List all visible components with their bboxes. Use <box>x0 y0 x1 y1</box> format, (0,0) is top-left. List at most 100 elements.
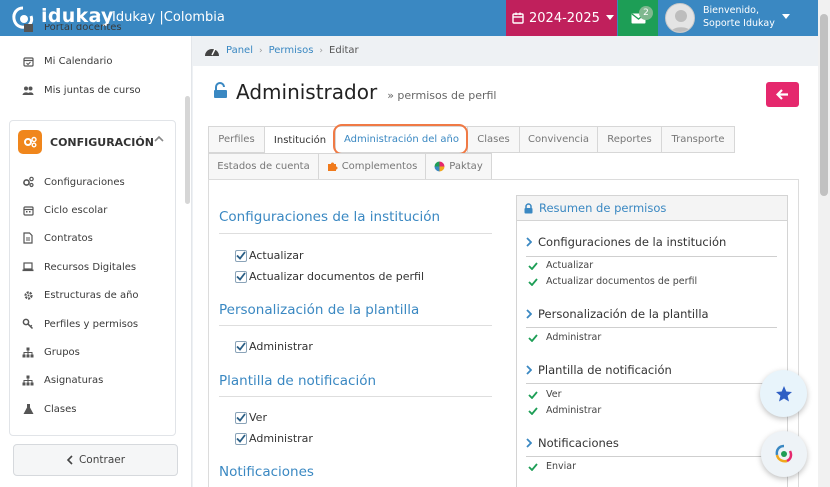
tab-convivencia[interactable]: Convivencia <box>519 126 598 153</box>
checkbox-checked-icon[interactable] <box>235 411 247 424</box>
summary-item: Administrar <box>528 405 601 416</box>
sidebar-item-asignaturas[interactable]: Asignaturas <box>22 371 103 389</box>
chevron-left-icon <box>66 455 73 465</box>
checkbox-label: Administrar <box>249 432 313 445</box>
sidebar-item-ciclo-escolar[interactable]: Ciclo escolar <box>22 201 107 219</box>
key-icon <box>22 318 34 330</box>
sidebar-item-label: Clases <box>44 403 77 415</box>
summary-item-label: Administrar <box>546 332 602 343</box>
checkbox-label: Administrar <box>249 340 313 353</box>
section-title-notificaciones: Notificaciones <box>219 464 314 480</box>
permission-checkbox-actualizar[interactable]: Actualizar <box>235 249 304 262</box>
summary-divider <box>526 327 777 328</box>
permission-checkbox-administrar-notif[interactable]: Administrar <box>235 432 313 445</box>
tab-clases[interactable]: Clases <box>467 126 520 153</box>
sidebar-item-perfiles[interactable]: Perfiles y permisos <box>22 315 138 333</box>
check-icon <box>528 406 538 415</box>
summary-item: Actualizar <box>528 260 593 271</box>
summary-divider <box>526 456 777 457</box>
tab-label: Transporte <box>671 134 725 145</box>
summary-section-notificaciones: Notificaciones <box>526 436 619 450</box>
page-title: Administrador » permisos de perfil <box>213 80 496 104</box>
check-icon <box>528 333 538 342</box>
collapse-sidebar-button[interactable]: Contraer <box>13 444 178 476</box>
tab-reportes[interactable]: Reportes <box>597 126 662 153</box>
page-subtitle: » permisos de perfil <box>387 89 497 102</box>
summary-section-personalizacion: Personalización de la plantilla <box>526 307 709 321</box>
sidebar-scrollbar-thumb[interactable] <box>185 96 190 204</box>
school-year-selector[interactable]: 2024-2025 <box>506 0 617 36</box>
summary-section-title: Personalización de la plantilla <box>538 307 709 321</box>
lock-icon <box>524 202 533 213</box>
checkbox-checked-icon[interactable] <box>235 432 247 445</box>
paktay-logo-icon <box>434 161 445 172</box>
permission-checkbox-ver[interactable]: Ver <box>235 411 267 424</box>
summary-section-title: Configuraciones de la institución <box>538 235 727 249</box>
tab-label: Reportes <box>607 134 652 145</box>
checkbox-label: Actualizar <box>249 249 304 262</box>
breadcrumb-current: Editar <box>329 45 359 56</box>
sidebar-item-clases[interactable]: Clases <box>22 400 76 418</box>
dashboard-icon <box>205 48 219 56</box>
back-button[interactable] <box>766 82 799 107</box>
user-menu-caret-icon[interactable] <box>781 13 791 21</box>
star-icon <box>775 385 792 401</box>
favorites-floating-button[interactable] <box>760 370 807 417</box>
configuration-section-header[interactable]: CONFIGURACIÓN <box>18 129 154 155</box>
checkbox-checked-icon[interactable] <box>235 340 247 353</box>
summary-header: Resumen de permisos <box>517 196 787 221</box>
sidebar-item-configuraciones[interactable]: Configuraciones <box>22 173 125 191</box>
tab-complementos[interactable]: Complementos <box>318 153 426 180</box>
sidebar-item-contratos[interactable]: Contratos <box>22 229 93 247</box>
sidebar-item-portal-partial[interactable]: Portal docentes <box>22 24 122 33</box>
tab-estados-de-cuenta[interactable]: Estados de cuenta <box>208 153 319 180</box>
tab-perfiles[interactable]: Perfiles <box>208 126 265 153</box>
section-title-personalizacion: Personalización de la plantilla <box>219 302 420 318</box>
checkbox-checked-icon[interactable] <box>235 249 247 262</box>
chevron-right-icon <box>526 365 532 375</box>
sidebar-item-label: Ciclo escolar <box>44 204 108 216</box>
sidebar-item-grupos[interactable]: Grupos <box>22 343 80 361</box>
tab-paktay[interactable]: Paktay <box>425 153 492 180</box>
summary-section-title: Plantilla de notificación <box>538 363 672 377</box>
tab-label: Estados de cuenta <box>217 161 310 172</box>
sidebar-item-label: Recursos Digitales <box>44 261 137 273</box>
checkbox-label: Actualizar documentos de perfil <box>249 270 425 283</box>
sidebar-item-label: Grupos <box>44 346 80 358</box>
page-scrollbar[interactable] <box>818 0 830 487</box>
tab-label: Clases <box>477 134 510 145</box>
calendar-icon <box>512 12 524 24</box>
chevron-up-icon[interactable] <box>154 135 164 142</box>
assistant-floating-button[interactable] <box>761 431 807 477</box>
puzzle-icon <box>327 162 338 171</box>
messages-button[interactable] <box>618 0 658 36</box>
chevron-right-icon <box>526 237 532 247</box>
permission-checkbox-actualizar-documentos[interactable]: Actualizar documentos de perfil <box>235 270 424 283</box>
tab-label: Convivencia <box>528 134 589 145</box>
checkbox-checked-icon[interactable] <box>235 270 247 283</box>
summary-item-label: Enviar <box>546 461 577 472</box>
sidebar-item-label: Perfiles y permisos <box>44 318 139 330</box>
summary-section-configuraciones: Configuraciones de la institución <box>526 235 726 249</box>
user-greeting: Bienvenido, <box>703 5 760 16</box>
check-icon <box>528 277 538 286</box>
section-divider <box>219 325 492 326</box>
sidebar-item-recursos-digitales[interactable]: Recursos Digitales <box>22 258 136 276</box>
tab-transporte[interactable]: Transporte <box>661 126 735 153</box>
user-menu[interactable]: Bienvenido, Soporte Idukay <box>703 4 775 30</box>
permission-checkbox-administrar[interactable]: Administrar <box>235 340 313 353</box>
sidebar-item-label: Estructuras de año <box>44 289 139 301</box>
tab-label: Institución <box>273 134 327 146</box>
laptop-icon <box>22 261 34 273</box>
sidebar-item-mis-juntas[interactable]: Mis juntas de curso <box>22 81 141 99</box>
user-name: Soporte Idukay <box>703 18 775 29</box>
summary-item-label: Actualizar documentos de perfil <box>546 276 698 287</box>
tab-institucion[interactable]: Institución <box>264 126 336 154</box>
sidebar-item-estructuras[interactable]: Estructuras de año <box>22 286 139 304</box>
sidebar-item-mi-calendario[interactable]: Mi Calendario <box>22 52 112 70</box>
user-avatar[interactable] <box>665 3 695 33</box>
chevron-right-icon <box>526 438 532 448</box>
breadcrumb-panel[interactable]: Panel <box>226 45 253 56</box>
page-scrollbar-thumb[interactable] <box>820 14 828 196</box>
breadcrumb-permisos[interactable]: Permisos <box>269 45 314 56</box>
